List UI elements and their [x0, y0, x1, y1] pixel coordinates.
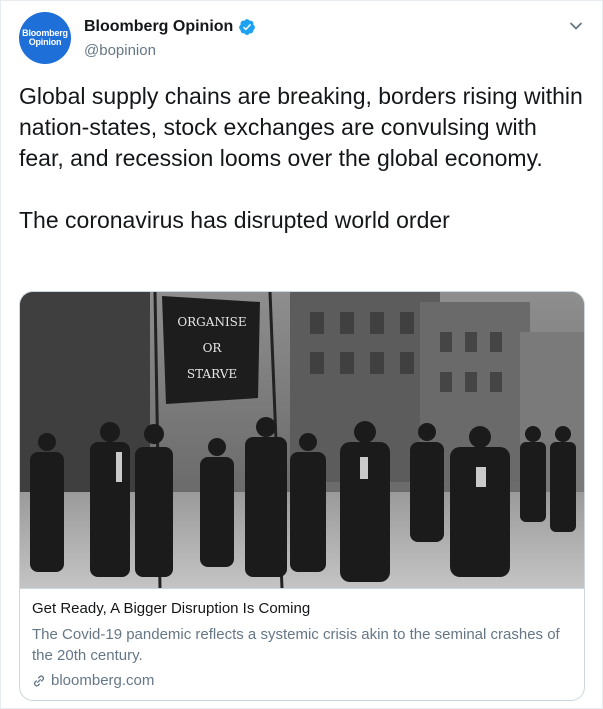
- banner-text-1: ORGANISE: [177, 315, 246, 329]
- display-name[interactable]: Bloomberg Opinion: [84, 18, 233, 36]
- avatar-line-2: Opinion: [28, 37, 62, 47]
- tweet-text: Global supply chains are breaking, borde…: [19, 81, 584, 236]
- tweet-paragraph-2: The coronavirus has disrupted world orde…: [19, 207, 450, 233]
- handle[interactable]: @bopinion: [84, 42, 156, 59]
- author-name-row[interactable]: Bloomberg Opinion: [84, 18, 256, 36]
- chevron-down-icon[interactable]: [568, 18, 584, 34]
- card-domain-text[interactable]: bloomberg.com: [51, 672, 154, 689]
- avatar[interactable]: Bloomberg Opinion: [19, 12, 71, 64]
- card-title[interactable]: Get Ready, A Bigger Disruption Is Coming: [32, 600, 310, 617]
- card-image[interactable]: ORGANISE OR STARVE: [20, 292, 584, 588]
- tweet[interactable]: Bloomberg Opinion Bloomberg Opinion @bop…: [0, 0, 603, 709]
- link-icon: [34, 675, 44, 686]
- card-description: The Covid-19 pandemic reflects a systemi…: [32, 626, 560, 664]
- banner-text-3: STARVE: [187, 367, 237, 381]
- tweet-paragraph-1: Global supply chains are breaking, borde…: [19, 83, 583, 171]
- card-domain[interactable]: bloomberg.com: [32, 672, 154, 689]
- banner-text-2: OR: [203, 341, 223, 355]
- link-card[interactable]: ORGANISE OR STARVE Get Ready, A Bigger D…: [19, 291, 585, 701]
- verified-badge-icon: [239, 19, 256, 35]
- card-body[interactable]: Get Ready, A Bigger Disruption Is Coming…: [20, 588, 584, 700]
